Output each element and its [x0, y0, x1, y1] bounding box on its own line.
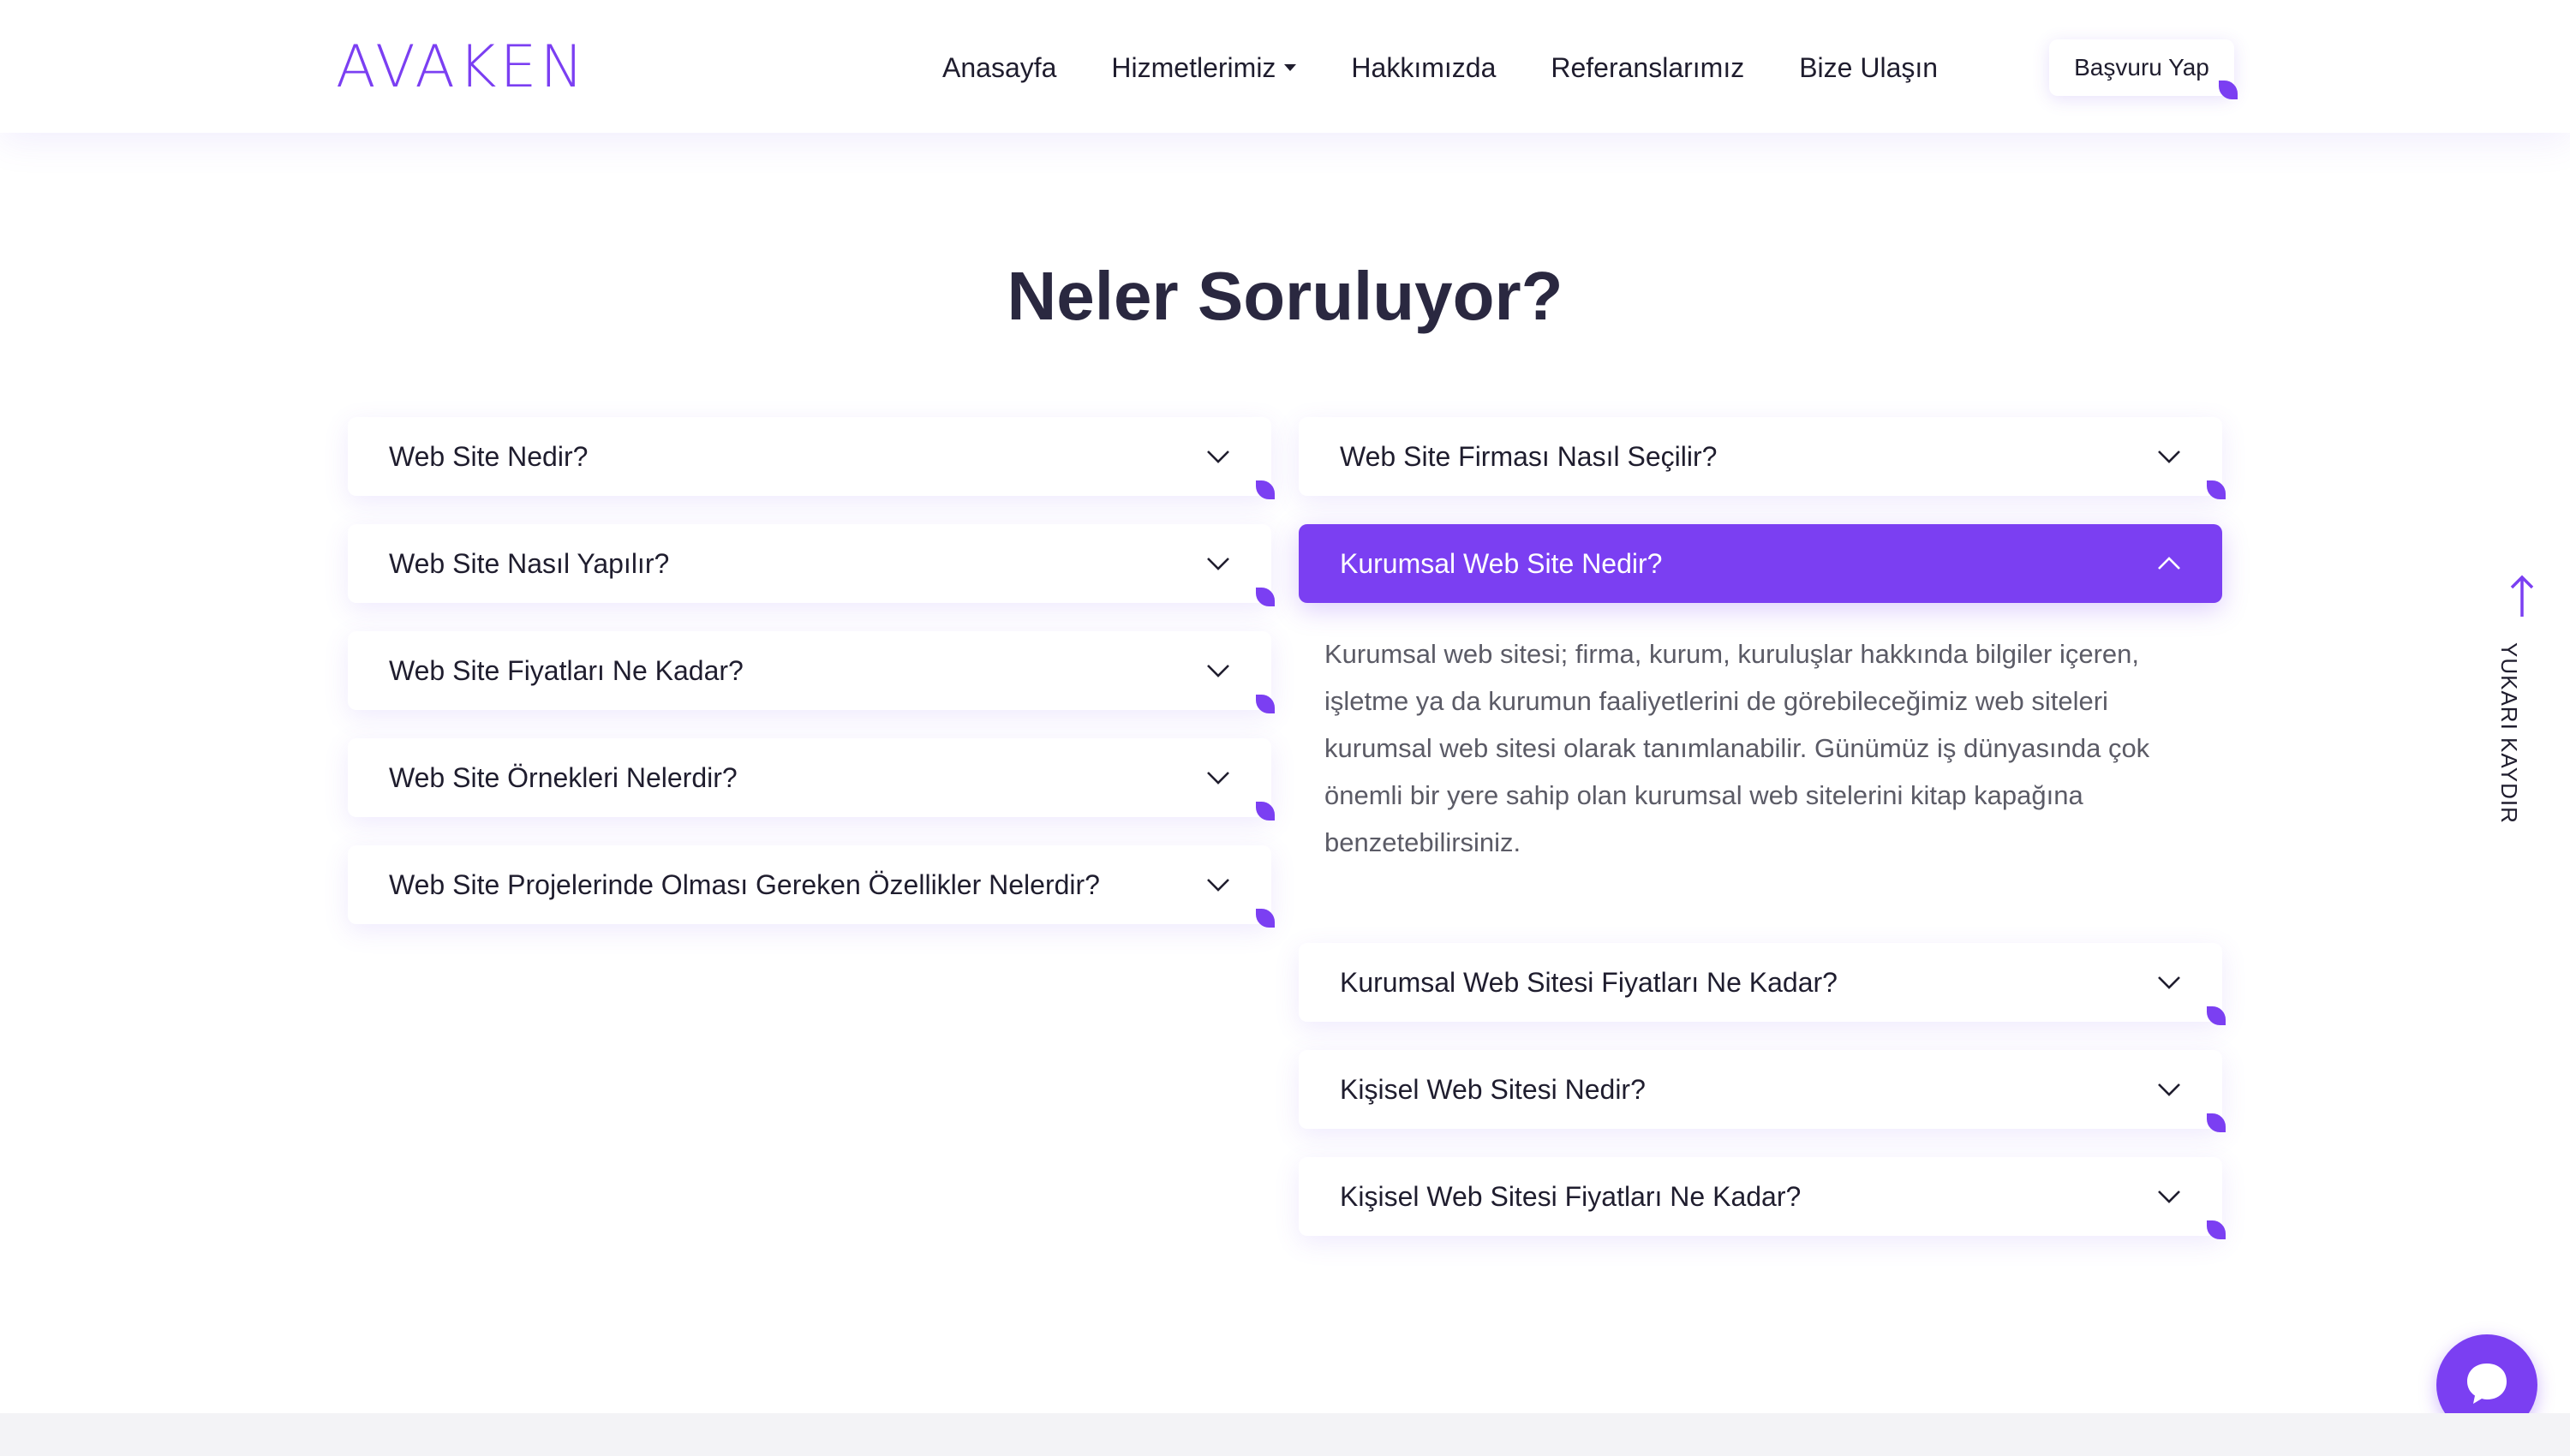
chevron-down-icon	[1203, 655, 1234, 686]
accent-drop-icon	[2207, 1220, 2226, 1239]
chevron-down-icon	[1203, 548, 1234, 579]
chevron-down-icon	[2154, 441, 2184, 472]
chevron-down-icon	[1203, 762, 1234, 793]
apply-button-label: Başvuru Yap	[2074, 54, 2209, 81]
nav-label: Hizmetlerimiz	[1111, 51, 1276, 83]
faq-question: Web Site Nasıl Yapılır?	[389, 547, 670, 579]
arrow-up-icon	[2508, 574, 2536, 623]
accent-drop-icon	[1256, 480, 1275, 499]
faq-item[interactable]: Web Site Nasıl Yapılır?	[348, 524, 1275, 606]
faq-item-open[interactable]: Kurumsal Web Site Nedir?	[1299, 524, 2222, 603]
accent-drop-icon	[2219, 81, 2238, 99]
faq-question: Kişisel Web Sitesi Fiyatları Ne Kadar?	[1340, 1180, 1802, 1212]
accent-drop-icon	[1256, 802, 1275, 820]
nav-hakkimizda[interactable]: Hakkımızda	[1351, 52, 1496, 84]
nav-hizmetlerimiz[interactable]: Hizmetlerimiz	[1111, 51, 1297, 84]
faq-item[interactable]: Kurumsal Web Sitesi Fiyatları Ne Kadar?	[1299, 943, 2226, 1025]
faq-question: Web Site Firması Nasıl Seçilir?	[1340, 440, 1718, 472]
apply-button[interactable]: Başvuru Yap	[2049, 39, 2238, 99]
faq-item[interactable]: Kişisel Web Sitesi Nedir?	[1299, 1050, 2226, 1132]
avaken-logo[interactable]: AVAKEN	[336, 38, 587, 98]
faq-item[interactable]: Web Site Fiyatları Ne Kadar?	[348, 631, 1275, 713]
chevron-down-icon	[2154, 1074, 2184, 1105]
faq-question: Kurumsal Web Site Nedir?	[1340, 547, 1663, 579]
footer-band	[0, 1413, 2570, 1456]
caret-down-icon	[1284, 64, 1297, 71]
nav-label: Hakkımızda	[1351, 51, 1497, 83]
faq-item[interactable]: Web Site Nedir?	[348, 417, 1275, 499]
accent-drop-icon	[1256, 909, 1275, 928]
faq-question: Kurumsal Web Sitesi Fiyatları Ne Kadar?	[1340, 966, 1838, 998]
accent-drop-icon	[2207, 480, 2226, 499]
accent-drop-icon	[2207, 1006, 2226, 1025]
chat-bubble-icon	[2462, 1358, 2512, 1412]
scroll-to-top-button[interactable]: YUKARI KAYDIR	[2496, 574, 2548, 824]
site-header: AVAKEN Anasayfa Hizmetlerimiz Hakkımızda…	[0, 0, 2570, 133]
accent-drop-icon	[1256, 588, 1275, 606]
chevron-down-icon	[2154, 1181, 2184, 1212]
faq-item[interactable]: Web Site Projelerinde Olması Gereken Öze…	[348, 845, 1275, 928]
nav-bize-ulasin[interactable]: Bize Ulaşın	[1799, 52, 1938, 84]
accent-drop-icon	[2207, 1113, 2226, 1132]
chevron-down-icon	[1203, 441, 1234, 472]
faq-question: Web Site Örnekleri Nelerdir?	[389, 761, 738, 793]
faq-title: Neler Soruluyor?	[1007, 258, 1563, 334]
accent-drop-icon	[1256, 695, 1275, 713]
logo-text: AVAKEN	[336, 33, 588, 101]
faq-question: Web Site Nedir?	[389, 440, 589, 472]
main-nav: Anasayfa Hizmetlerimiz Hakkımızda Refera…	[942, 45, 1993, 91]
faq-question: Kişisel Web Sitesi Nedir?	[1340, 1073, 1646, 1105]
chevron-down-icon	[2154, 967, 2184, 998]
faq-answer: Kurumsal web sitesi; firma, kurum, kurul…	[1324, 639, 2150, 857]
faq-item[interactable]: Kişisel Web Sitesi Fiyatları Ne Kadar?	[1299, 1157, 2226, 1239]
nav-label: Bize Ulaşın	[1799, 51, 1939, 83]
nav-label: Referanslarımız	[1551, 51, 1745, 83]
faq-item[interactable]: Web Site Örnekleri Nelerdir?	[348, 738, 1275, 820]
nav-label: Anasayfa	[942, 51, 1057, 83]
faq-question: Web Site Projelerinde Olması Gereken Öze…	[389, 868, 1100, 900]
chevron-down-icon	[1203, 869, 1234, 900]
nav-anasayfa[interactable]: Anasayfa	[942, 52, 1056, 84]
faq-question: Web Site Fiyatları Ne Kadar?	[389, 654, 744, 686]
chevron-up-icon	[2154, 548, 2184, 579]
scroll-to-top-label: YUKARI KAYDIR	[2496, 642, 2522, 824]
faq-item[interactable]: Web Site Firması Nasıl Seçilir?	[1299, 417, 2226, 499]
nav-referanslarimiz[interactable]: Referanslarımız	[1551, 52, 1744, 84]
